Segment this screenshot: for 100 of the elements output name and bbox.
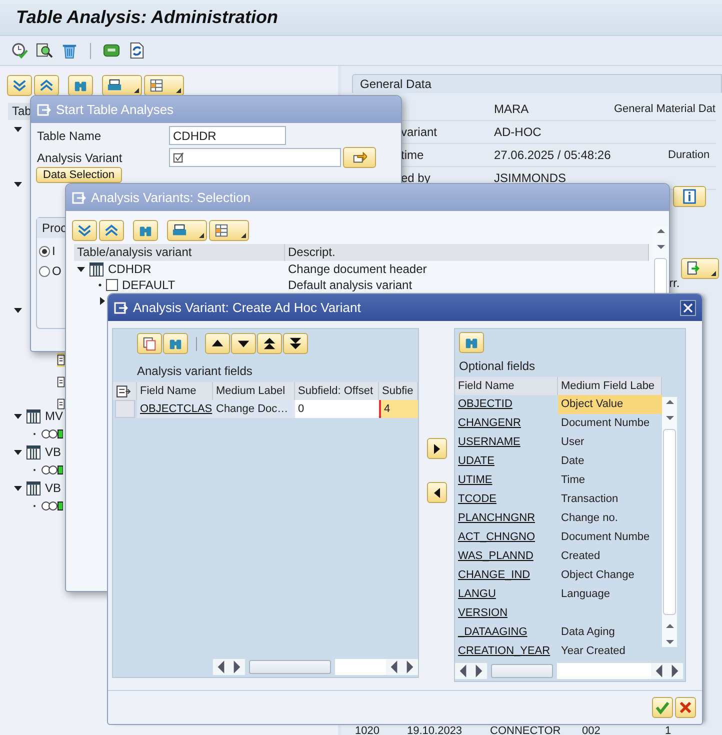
scroll-left-icon[interactable] bbox=[455, 663, 471, 679]
scroll-right-icon[interactable] bbox=[402, 659, 418, 675]
expand-arrow-icon[interactable] bbox=[14, 306, 22, 314]
scroll-up-icon[interactable] bbox=[664, 621, 674, 631]
field-name-link[interactable]: WAS_PLANND bbox=[455, 547, 558, 566]
close-button[interactable] bbox=[680, 300, 696, 316]
add-field-button[interactable] bbox=[427, 438, 447, 459]
clock-check-icon[interactable] bbox=[11, 42, 28, 59]
input-field[interactable]: 0 bbox=[295, 400, 379, 418]
expand-arrow-icon[interactable] bbox=[14, 180, 22, 188]
field-name-link[interactable]: _DATAAGING bbox=[455, 623, 558, 642]
scroll-left-icon[interactable] bbox=[213, 659, 229, 675]
input-field[interactable] bbox=[169, 148, 341, 167]
table-cell[interactable]: User bbox=[558, 433, 662, 452]
find-button[interactable] bbox=[68, 75, 93, 96]
search-list-icon[interactable] bbox=[36, 42, 53, 59]
select-all-icon-cell[interactable] bbox=[113, 382, 137, 400]
table-cell[interactable]: Data Aging bbox=[558, 623, 662, 642]
scroll-up-icon[interactable] bbox=[656, 226, 666, 236]
move-top-button[interactable] bbox=[257, 333, 282, 354]
field-name-link[interactable]: LANGU bbox=[455, 585, 558, 604]
radio-button[interactable] bbox=[39, 246, 50, 256]
scroll-down-icon[interactable] bbox=[664, 413, 674, 423]
remove-field-button[interactable] bbox=[427, 482, 447, 503]
trash-icon[interactable] bbox=[61, 42, 78, 59]
field-name-link[interactable]: UDATE bbox=[455, 452, 558, 471]
radio-button[interactable] bbox=[39, 266, 50, 276]
table-cell[interactable]: Language bbox=[558, 585, 662, 604]
tree-node-label[interactable]: MV bbox=[45, 409, 63, 423]
general-data-tab[interactable]: General Data bbox=[352, 74, 722, 93]
layout-button[interactable] bbox=[144, 75, 184, 96]
field-name-link[interactable]: PLANCHNGNR bbox=[455, 509, 558, 528]
input-field[interactable]: 4 bbox=[379, 400, 418, 418]
scroll-right-icon[interactable] bbox=[471, 663, 487, 679]
move-down-button[interactable] bbox=[231, 333, 256, 354]
scroll-left-icon[interactable] bbox=[651, 663, 667, 679]
scroll-thumb[interactable] bbox=[491, 664, 553, 678]
table-cell[interactable]: Time bbox=[558, 471, 662, 490]
table-cell[interactable]: Transaction bbox=[558, 490, 662, 509]
scroll-left-icon[interactable] bbox=[386, 659, 402, 675]
expand-all-button[interactable] bbox=[72, 220, 97, 241]
field-name-link[interactable]: OBJECTID bbox=[455, 395, 558, 414]
input-field[interactable]: CDHDR bbox=[169, 126, 286, 145]
collapsed-arrow-icon[interactable] bbox=[98, 297, 106, 305]
scrollbar[interactable] bbox=[662, 397, 677, 647]
document-icon[interactable] bbox=[57, 353, 65, 367]
field-name-link[interactable]: TCODE bbox=[455, 490, 558, 509]
cancel-button[interactable] bbox=[675, 697, 696, 718]
find-button[interactable] bbox=[459, 332, 484, 353]
tree-node-label[interactable]: VB bbox=[45, 481, 62, 495]
table-cell[interactable]: Object Change bbox=[558, 566, 662, 585]
data-selection-button[interactable]: Data Selection bbox=[36, 167, 122, 183]
move-up-button[interactable] bbox=[205, 333, 230, 354]
field-name-link[interactable]: USERNAME bbox=[455, 433, 558, 452]
move-bottom-button[interactable] bbox=[283, 333, 308, 354]
collapse-all-button[interactable] bbox=[99, 220, 124, 241]
expanded-arrow-icon[interactable] bbox=[14, 484, 22, 492]
collapse-all-button[interactable] bbox=[34, 75, 59, 96]
field-name-link[interactable]: OBJECTCLAS bbox=[137, 400, 213, 418]
scroll-thumb[interactable] bbox=[249, 660, 331, 674]
field-name-link[interactable]: VERSION bbox=[455, 604, 558, 623]
table-cell[interactable]: Document Numbe bbox=[558, 528, 662, 547]
expanded-arrow-icon[interactable] bbox=[14, 448, 22, 456]
field-name-link[interactable]: CREATION_YEAR bbox=[455, 642, 558, 661]
document-icon[interactable] bbox=[57, 375, 65, 389]
expanded-arrow-icon[interactable] bbox=[14, 412, 22, 420]
print-button[interactable] bbox=[102, 75, 142, 96]
field-name-link[interactable]: CHANGENR bbox=[455, 414, 558, 433]
tree-node-label[interactable]: CDHDR bbox=[108, 262, 152, 276]
field-name-link[interactable]: CHANGE_IND bbox=[455, 566, 558, 585]
confirm-button[interactable] bbox=[652, 697, 673, 718]
table-cell[interactable]: Year Created bbox=[558, 642, 662, 661]
execute-button[interactable] bbox=[343, 147, 376, 168]
job-icon[interactable] bbox=[103, 42, 120, 59]
table-cell[interactable]: Created bbox=[558, 547, 662, 566]
scroll-right-icon[interactable] bbox=[229, 659, 245, 675]
tree-node-label[interactable]: VB bbox=[45, 445, 62, 459]
export-button[interactable] bbox=[681, 258, 719, 279]
scroll-right-icon[interactable] bbox=[667, 663, 683, 679]
table-cell[interactable]: Object Value bbox=[558, 395, 662, 414]
table-cell[interactable]: Change no. bbox=[558, 509, 662, 528]
find-button[interactable] bbox=[133, 220, 158, 241]
tree-node-label[interactable]: DEFAULT bbox=[122, 278, 176, 292]
copy-button[interactable] bbox=[137, 333, 162, 354]
field-name-link[interactable]: UTIME bbox=[455, 471, 558, 490]
print-button[interactable] bbox=[167, 220, 207, 241]
document-icon[interactable] bbox=[57, 397, 65, 411]
table-cell[interactable]: Date bbox=[558, 452, 662, 471]
layout-button[interactable] bbox=[209, 220, 249, 241]
expand-all-button[interactable] bbox=[7, 75, 32, 96]
scroll-down-icon[interactable] bbox=[664, 637, 674, 647]
scroll-down-icon[interactable] bbox=[656, 242, 666, 252]
refresh-document-icon[interactable] bbox=[128, 42, 145, 59]
field-name-link[interactable]: ACT_CHNGNO bbox=[455, 528, 558, 547]
info-button[interactable] bbox=[673, 186, 706, 207]
find-button[interactable] bbox=[163, 333, 188, 354]
scroll-up-icon[interactable] bbox=[664, 397, 674, 407]
expand-arrow-icon[interactable] bbox=[14, 125, 22, 133]
expanded-arrow-icon[interactable] bbox=[77, 265, 85, 273]
table-cell[interactable]: Document Numbe bbox=[558, 414, 662, 433]
